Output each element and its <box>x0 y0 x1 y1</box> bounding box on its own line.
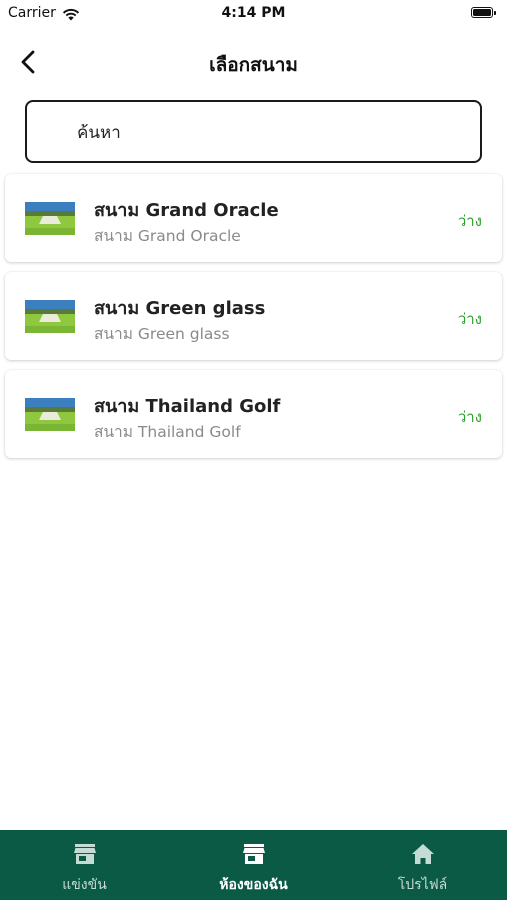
course-subtitle: สนาม Green glass <box>94 325 230 343</box>
home-icon <box>411 843 435 865</box>
store-icon <box>73 843 97 865</box>
nav-label: ห้องของฉัน <box>219 877 288 893</box>
nav-label: โปรไฟล์ <box>397 877 448 893</box>
search-box[interactable] <box>25 100 482 163</box>
course-thumbnail <box>25 300 75 333</box>
course-status: ว่าง <box>457 310 482 328</box>
nav-label: แข่งขัน <box>62 877 107 893</box>
nav-item-competition[interactable]: แข่งขัน <box>0 830 169 900</box>
bottom-nav: แข่งขัน ห้องของฉัน โปรไฟล์ <box>0 830 507 900</box>
course-thumbnail <box>25 398 75 431</box>
header: เลือกสนาม <box>0 40 507 84</box>
page-title: เลือกสนาม <box>209 54 298 76</box>
status-bar: Carrier 4:14 PM <box>0 0 507 28</box>
battery-icon <box>471 7 497 19</box>
course-list: สนาม Grand Oracle สนาม Grand Oracle ว่าง… <box>5 174 502 468</box>
course-subtitle: สนาม Thailand Golf <box>94 423 241 441</box>
course-name: สนาม Grand Oracle <box>94 200 279 221</box>
store-icon <box>242 843 266 865</box>
course-status: ว่าง <box>457 212 482 230</box>
status-time: 4:14 PM <box>221 5 286 21</box>
course-subtitle: สนาม Grand Oracle <box>94 227 241 245</box>
course-name: สนาม Thailand Golf <box>94 396 281 417</box>
nav-item-my-room[interactable]: ห้องของฉัน <box>169 830 338 900</box>
course-status: ว่าง <box>457 408 482 426</box>
search-input[interactable] <box>75 112 469 154</box>
course-item[interactable]: สนาม Green glass สนาม Green glass ว่าง <box>5 272 502 360</box>
course-item[interactable]: สนาม Grand Oracle สนาม Grand Oracle ว่าง <box>5 174 502 262</box>
nav-item-profile[interactable]: โปรไฟล์ <box>338 830 507 900</box>
course-item[interactable]: สนาม Thailand Golf สนาม Thailand Golf ว่… <box>5 370 502 458</box>
course-thumbnail <box>25 202 75 235</box>
course-name: สนาม Green glass <box>94 298 266 319</box>
